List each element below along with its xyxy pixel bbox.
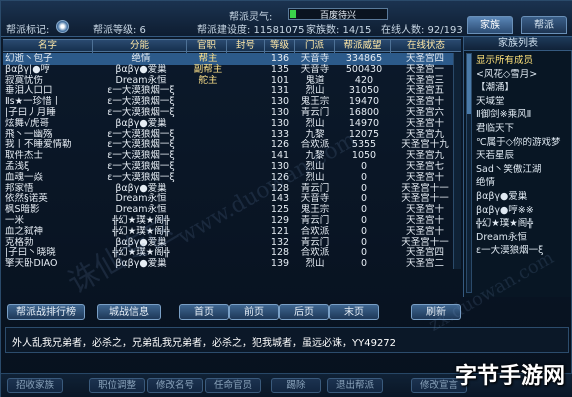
col-name[interactable]: 名字: [3, 40, 93, 53]
family-list-item[interactable]: 君临天下: [476, 123, 570, 135]
family-list-item[interactable]: 显示所有成员: [476, 55, 570, 67]
last-page-button[interactable]: 末页: [329, 304, 379, 320]
member-table-body: 幻逝丶包子 绝情 帮主 136 天音寺 334865 天圣宫四 βαβγ|●哼 βαβγ●爱巢副…: [3, 53, 461, 269]
brand-logo-text: 字节手游网: [454, 364, 565, 389]
family-list-item[interactable]: 天若星辰: [476, 150, 570, 162]
kick-button[interactable]: 踢除: [271, 378, 321, 393]
col-level[interactable]: 等级: [265, 40, 295, 53]
member-rank: [229, 258, 265, 270]
member-family: βαβγ●爱巢: [115, 258, 167, 270]
rename-title-button[interactable]: 修改名号: [147, 378, 203, 393]
family-list-item[interactable]: 天域堂: [476, 96, 570, 108]
tab-family[interactable]: 家族: [467, 16, 513, 34]
guild-level-label: 帮派等级: 6: [93, 25, 146, 36]
family-list-scrollbar[interactable]: [466, 53, 472, 293]
member-prestige: 0: [360, 258, 368, 270]
family-list-scroll-thumb[interactable]: [467, 54, 471, 114]
family-list-item[interactable]: ╬幻★璞★阁╬: [476, 218, 570, 230]
member-name: 擎天卧DIAO: [5, 258, 58, 270]
family-list-item[interactable]: ε一大漠狼烟一ξ: [476, 245, 570, 257]
col-school[interactable]: 门派: [295, 40, 335, 53]
next-page-button[interactable]: 后页: [279, 304, 329, 320]
col-rank[interactable]: 封号: [227, 40, 265, 53]
ranking-button[interactable]: 帮派战排行榜: [7, 304, 85, 320]
first-page-button[interactable]: 首页: [179, 304, 229, 320]
family-list-item[interactable]: βαβγ●爱巢: [476, 191, 570, 203]
col-title[interactable]: 分能: [93, 40, 187, 53]
recruit-family-button[interactable]: 招收家族: [7, 378, 63, 393]
appoint-officer-button[interactable]: 任命官员: [205, 378, 261, 393]
guild-declaration-box: 外人乱我兄弟者，必杀之，兄弟乱我兄弟者，必杀之，犯我城者，虽远必诛，YY4927…: [5, 327, 569, 353]
member-table-header: 名字 分能 官职 封号 等级 门派 帮派威望 在线状态: [3, 39, 461, 53]
adjust-post-button[interactable]: 职位调整: [89, 378, 145, 393]
member-post: [189, 258, 227, 270]
leave-guild-button[interactable]: 退出帮派: [327, 378, 383, 393]
refresh-button[interactable]: 刷新: [411, 304, 461, 320]
action-button-bar: 帮派战排行榜 城战信息 首页 前页 后页 末页 刷新: [1, 302, 572, 322]
battle-info-button[interactable]: 城战信息: [97, 304, 161, 320]
col-prestige[interactable]: 帮派威望: [335, 40, 391, 53]
family-list-item[interactable]: Dream永恒: [476, 232, 570, 244]
family-list-item[interactable]: Sad丶笑傲江湖: [476, 164, 570, 176]
family-list-item[interactable]: 绝情: [476, 177, 570, 189]
family-list-panel: 家族列表 显示所有成员 <风花◇雪月> 【潮涌】天域堂 Ⅱ御剑※乘风Ⅱ 君临天下 ℃属于◇…: [463, 37, 572, 297]
guild-spirit-value: 百废待兴: [319, 11, 356, 21]
member-level: 139: [270, 258, 290, 270]
guild-spirit-bar: 百废待兴: [288, 8, 388, 21]
table-row[interactable]: 擎天卧DIAO βαβγ●爱巢 139 烈山 0 天圣宫二: [3, 258, 461, 270]
prev-page-button[interactable]: 前页: [229, 304, 279, 320]
col-status[interactable]: 在线状态: [391, 40, 461, 53]
member-school: 烈山: [305, 258, 325, 270]
guild-status-bar: 帮派标记: 帮派等级: 6 帮派灵气: 百废待兴 帮派建设度: 11581075…: [1, 1, 572, 37]
member-status: 天圣宫二: [405, 258, 444, 270]
family-count-label: 家族数: 14/15: [306, 25, 372, 36]
tab-guild[interactable]: 帮派: [521, 16, 567, 34]
guild-window: 帮派标记: 帮派等级: 6 帮派灵气: 百废待兴 帮派建设度: 11581075…: [0, 0, 572, 397]
guild-build-label: 帮派建设度: 11581075: [197, 25, 305, 36]
guild-declaration-text: 外人乱我兄弟者，必杀之，兄弟乱我兄弟者，必杀之，犯我城者，虽远必诛，YY4927…: [12, 338, 397, 349]
family-list-title: 家族列表: [464, 37, 572, 51]
col-post[interactable]: 官职: [187, 40, 227, 53]
family-list-item[interactable]: <风花◇雪月>: [476, 69, 570, 81]
guild-emblem-icon: [56, 20, 69, 33]
family-list-item[interactable]: 【潮涌】: [476, 82, 570, 94]
family-list-item[interactable]: ℃属于◇你的游戏梦: [476, 137, 570, 149]
family-list-item[interactable]: Ⅱ御剑※乘风Ⅱ: [476, 109, 570, 121]
member-table-scrollbar[interactable]: [453, 53, 461, 269]
guild-mark-label: 帮派标记:: [6, 25, 50, 36]
family-list-item[interactable]: βαβγ●哼※※: [476, 205, 570, 217]
online-count-label: 在线人数: 92/193: [381, 25, 463, 36]
